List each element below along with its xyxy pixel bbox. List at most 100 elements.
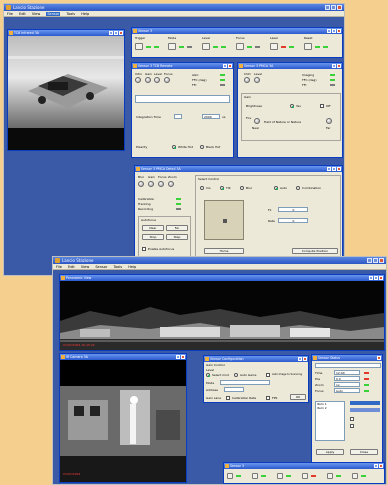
minimize-button[interactable] bbox=[367, 258, 372, 263]
maximize-icon[interactable] bbox=[374, 276, 378, 280]
close-icon[interactable] bbox=[337, 64, 341, 68]
toolbar-button[interactable] bbox=[302, 473, 308, 479]
minimize-icon[interactable] bbox=[109, 31, 113, 35]
ccd-knob[interactable] bbox=[244, 77, 250, 83]
mode-tilt-radio[interactable] bbox=[220, 186, 224, 190]
maximize-icon[interactable] bbox=[114, 31, 118, 35]
toolbar-button[interactable] bbox=[227, 473, 233, 479]
minimize-icon[interactable] bbox=[369, 276, 373, 280]
menu-tools[interactable]: Tools bbox=[113, 265, 122, 269]
mode-button[interactable] bbox=[168, 43, 176, 50]
trigger-button[interactable] bbox=[135, 43, 143, 50]
gain-off-checkbox[interactable] bbox=[320, 104, 324, 108]
maximize-icon[interactable] bbox=[332, 29, 336, 33]
option-checkbox[interactable] bbox=[350, 424, 354, 428]
maximize-icon[interactable] bbox=[332, 167, 336, 171]
fz-input[interactable]: 0 bbox=[278, 207, 308, 212]
option-checkbox[interactable] bbox=[350, 417, 354, 421]
polarity-black-radio[interactable] bbox=[200, 145, 204, 149]
apply-button[interactable]: Apply bbox=[316, 449, 344, 455]
focus-button[interactable] bbox=[236, 43, 244, 50]
toolbar-button[interactable] bbox=[327, 473, 333, 479]
gain-yes-radio[interactable] bbox=[290, 104, 294, 108]
menu-help[interactable]: Help bbox=[128, 265, 136, 269]
integration-slider[interactable] bbox=[174, 114, 182, 119]
close-icon[interactable] bbox=[303, 357, 307, 361]
step-button[interactable]: Step bbox=[166, 234, 188, 240]
close-icon[interactable] bbox=[119, 31, 123, 35]
menu-file[interactable]: File bbox=[7, 12, 13, 16]
select-mod-radio[interactable] bbox=[206, 373, 210, 377]
laser-button[interactable] bbox=[270, 43, 278, 50]
level-button[interactable] bbox=[202, 43, 210, 50]
close-icon[interactable] bbox=[228, 64, 232, 68]
home-button[interactable]: Home bbox=[204, 248, 244, 254]
ok-button[interactable]: OK bbox=[290, 394, 306, 400]
combination-radio[interactable] bbox=[296, 186, 300, 190]
item-list[interactable]: Item 1 Item 2 bbox=[315, 401, 345, 441]
menu-sensor[interactable]: Sensor bbox=[46, 12, 61, 16]
auto-radio[interactable] bbox=[274, 186, 278, 190]
polarity-white-radio[interactable] bbox=[172, 145, 176, 149]
address-input[interactable] bbox=[224, 387, 244, 392]
auto-image-checkbox[interactable] bbox=[266, 373, 270, 377]
focus-knob[interactable] bbox=[158, 181, 164, 187]
menu-help[interactable]: Help bbox=[81, 12, 89, 16]
focus-knob[interactable] bbox=[164, 77, 170, 83]
calibration-checkbox[interactable] bbox=[266, 396, 270, 400]
level-knob[interactable] bbox=[254, 77, 260, 83]
minimize-icon[interactable] bbox=[327, 29, 331, 33]
menu-edit[interactable]: Edit bbox=[68, 265, 75, 269]
compute-position-button[interactable]: Compute Position bbox=[292, 248, 338, 254]
close-button[interactable] bbox=[379, 258, 384, 263]
mode-blur-radio[interactable] bbox=[240, 186, 244, 190]
auto-gains-radio[interactable] bbox=[234, 373, 238, 377]
close-window-button[interactable]: Close bbox=[350, 449, 378, 455]
minimize-icon[interactable] bbox=[327, 167, 331, 171]
close-button[interactable] bbox=[337, 5, 342, 10]
minimize-icon[interactable] bbox=[298, 357, 302, 361]
autofocus-checkbox[interactable] bbox=[142, 247, 146, 251]
selection-bar[interactable] bbox=[350, 401, 380, 405]
zoom-knob[interactable] bbox=[168, 181, 174, 187]
selection-bar[interactable] bbox=[350, 408, 380, 412]
mode-input[interactable] bbox=[220, 380, 270, 385]
close-icon[interactable] bbox=[181, 355, 185, 359]
close-icon[interactable] bbox=[377, 356, 381, 360]
minimize-icon[interactable] bbox=[176, 355, 180, 359]
toolbar-button[interactable] bbox=[352, 473, 358, 479]
near-button[interactable]: Near bbox=[142, 225, 164, 231]
close-icon[interactable] bbox=[337, 29, 341, 33]
mode-iris-radio[interactable] bbox=[200, 186, 204, 190]
rate-input[interactable]: 0 bbox=[278, 218, 308, 223]
blur-knob[interactable] bbox=[138, 181, 144, 187]
gain-lane-checkbox[interactable] bbox=[226, 396, 230, 400]
menu-view[interactable]: View bbox=[81, 265, 89, 269]
maximize-button[interactable] bbox=[373, 258, 378, 263]
menu-file[interactable]: File bbox=[56, 265, 62, 269]
position-pad[interactable] bbox=[204, 200, 244, 240]
close-icon[interactable] bbox=[379, 276, 383, 280]
menu-tools[interactable]: Tools bbox=[66, 12, 75, 16]
fov-far-knob[interactable] bbox=[326, 118, 332, 124]
fov-near-knob[interactable] bbox=[254, 118, 260, 124]
list-item[interactable]: Item 2 bbox=[317, 406, 344, 410]
minimize-icon[interactable] bbox=[223, 64, 227, 68]
close-icon[interactable] bbox=[337, 167, 341, 171]
close-icon[interactable] bbox=[379, 464, 383, 468]
integration-time-input[interactable]: 2000 bbox=[202, 114, 220, 119]
minimize-icon[interactable] bbox=[374, 464, 378, 468]
stop-button[interactable]: Stop bbox=[142, 234, 164, 240]
far-button[interactable]: Far bbox=[166, 225, 188, 231]
gain-knob[interactable] bbox=[148, 181, 154, 187]
minimize-button[interactable] bbox=[325, 5, 330, 10]
level-knob[interactable] bbox=[154, 77, 160, 83]
toolbar-button[interactable] bbox=[252, 473, 258, 479]
menu-edit[interactable]: Edit bbox=[19, 12, 26, 16]
gain-knob[interactable] bbox=[145, 77, 151, 83]
vitro-knob[interactable] bbox=[135, 77, 141, 83]
minimize-icon[interactable] bbox=[332, 64, 336, 68]
menu-sensor[interactable]: Sensor bbox=[95, 265, 107, 269]
maximize-button[interactable] bbox=[331, 5, 336, 10]
toolbar-button[interactable] bbox=[277, 473, 283, 479]
